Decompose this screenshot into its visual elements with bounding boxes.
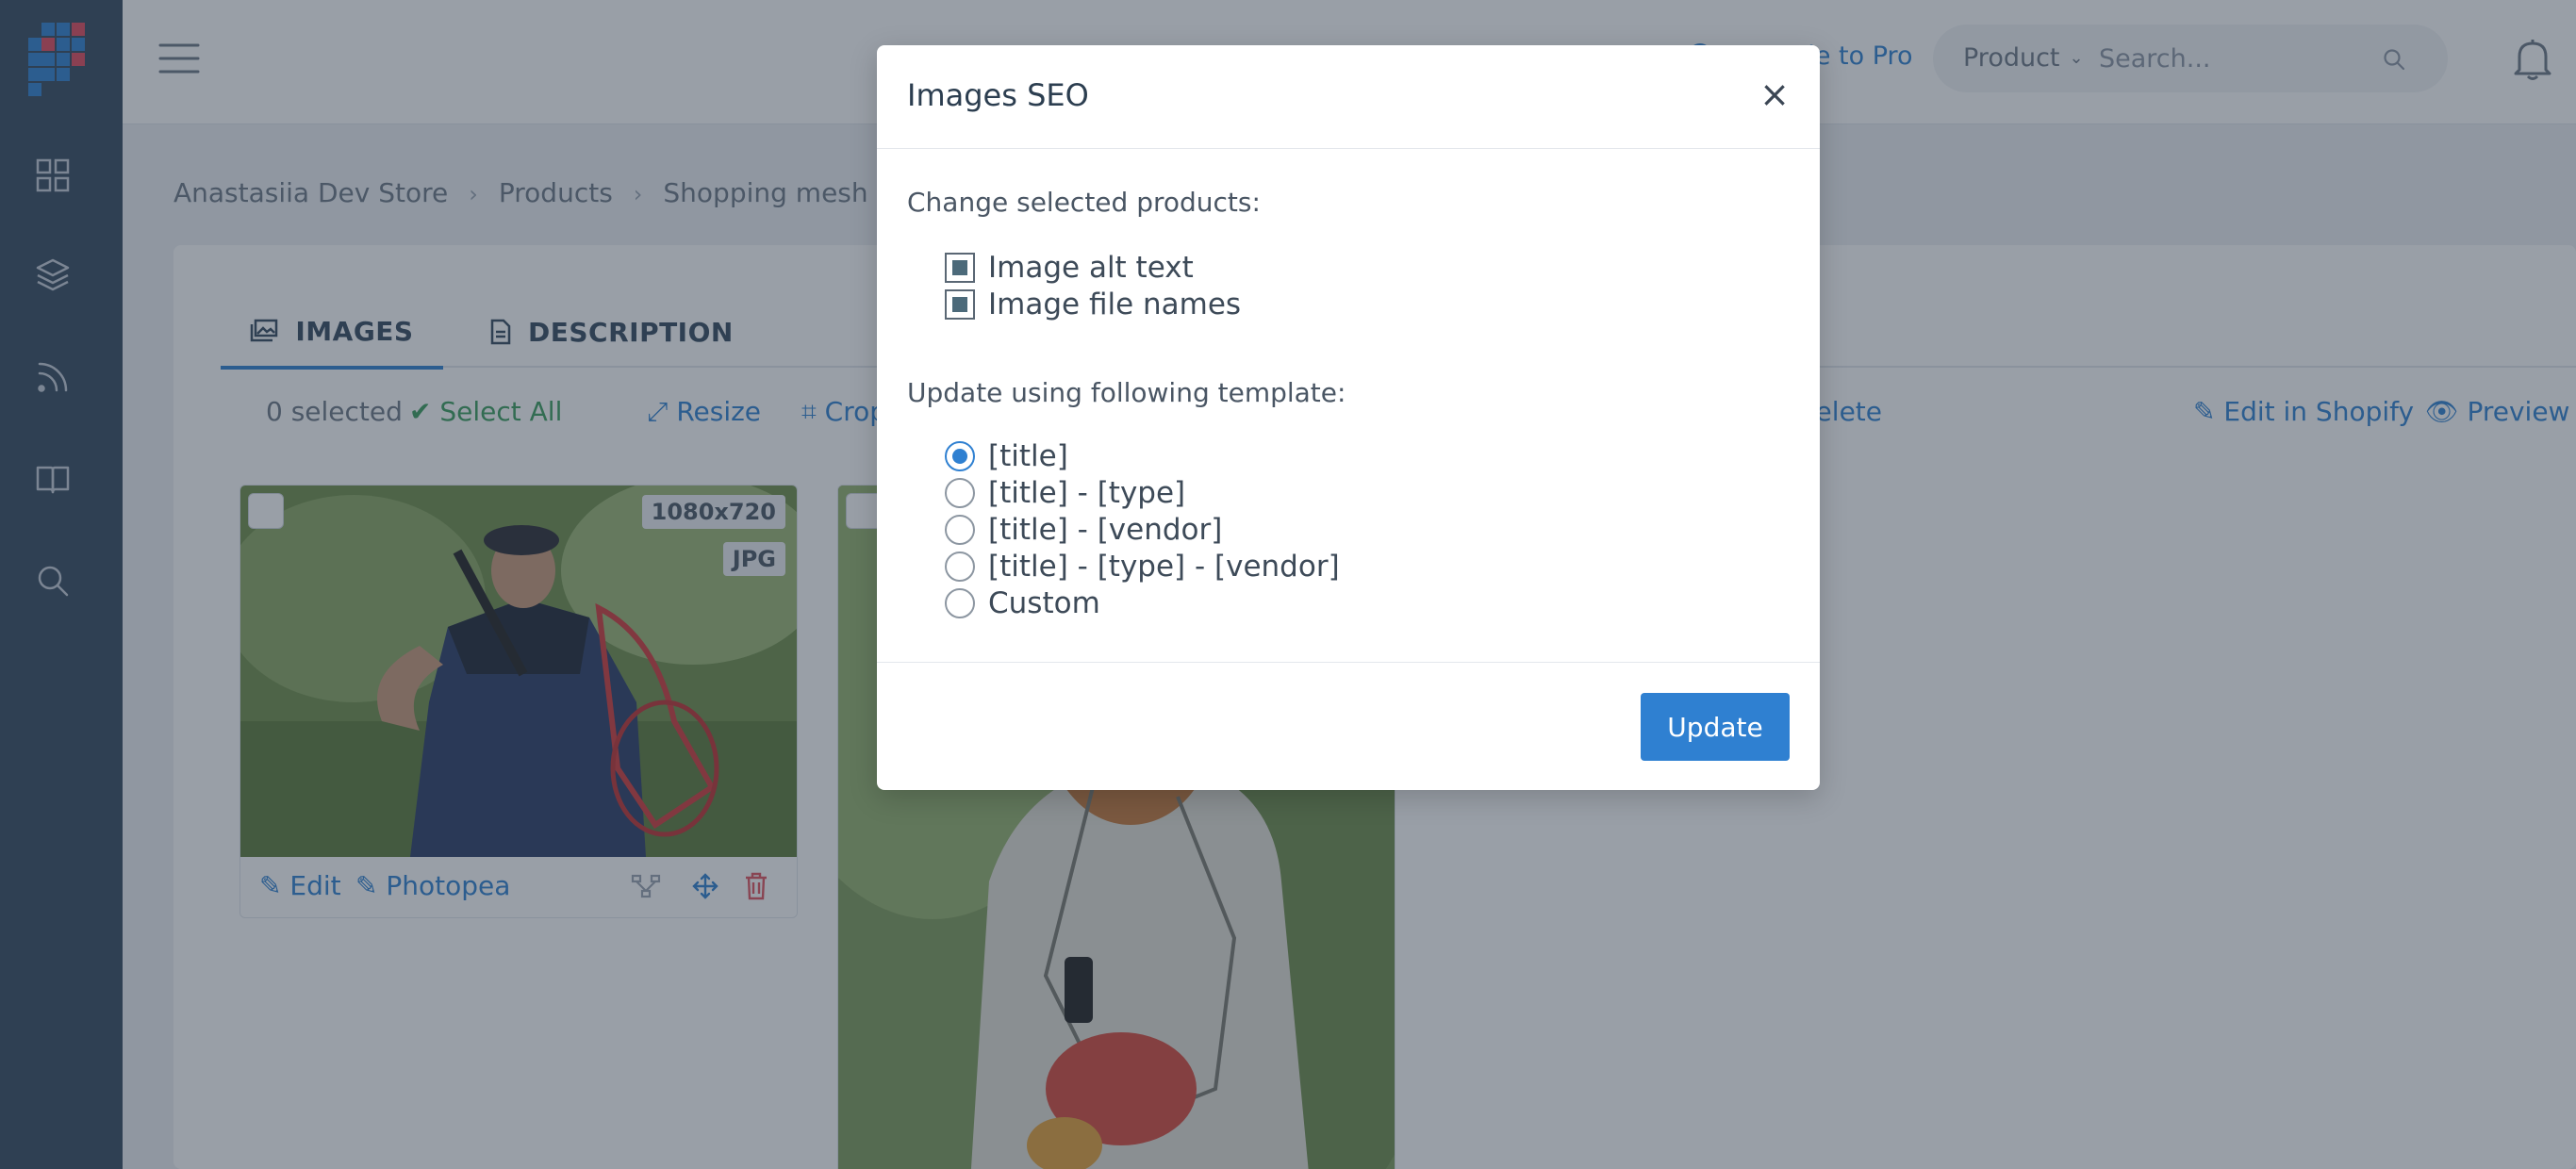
template-radio-label: [title] <box>988 439 1068 473</box>
image-file-names-checkbox[interactable]: Image file names <box>945 288 1241 321</box>
template-radio-label: [title] - [type] - [vendor] <box>988 550 1340 584</box>
template-radio-title-type[interactable]: [title] - [type] <box>945 476 1185 510</box>
images-seo-modal: Images SEO × Change selected products: I… <box>877 45 1820 790</box>
change-selected-label: Change selected products: <box>907 187 1261 218</box>
template-radio-title-vendor[interactable]: [title] - [vendor] <box>945 513 1222 547</box>
template-radio-label: [title] - [vendor] <box>988 513 1223 547</box>
template-radio-custom[interactable]: Custom <box>945 586 1100 620</box>
template-radio-title[interactable]: [title] <box>945 439 1068 473</box>
radio-icon <box>945 515 975 545</box>
radio-icon <box>945 552 975 582</box>
image-file-names-label: Image file names <box>988 288 1242 321</box>
template-radio-label: Custom <box>988 586 1100 620</box>
modal-header: Images SEO × <box>877 45 1820 149</box>
modal-title: Images SEO <box>907 77 1089 113</box>
checkbox-checked-icon <box>945 289 975 320</box>
image-alt-text-label: Image alt text <box>988 251 1194 285</box>
radio-selected-icon <box>945 441 975 471</box>
image-alt-text-checkbox[interactable]: Image alt text <box>945 251 1194 285</box>
checkbox-checked-icon <box>945 253 975 283</box>
modal-footer: Update <box>877 662 1820 790</box>
radio-icon <box>945 478 975 508</box>
close-icon[interactable]: × <box>1756 75 1793 113</box>
update-button[interactable]: Update <box>1641 693 1790 761</box>
radio-icon <box>945 588 975 618</box>
template-radio-title-type-vendor[interactable]: [title] - [type] - [vendor] <box>945 550 1340 584</box>
template-label: Update using following template: <box>907 377 1346 408</box>
template-radio-label: [title] - [type] <box>988 476 1186 510</box>
